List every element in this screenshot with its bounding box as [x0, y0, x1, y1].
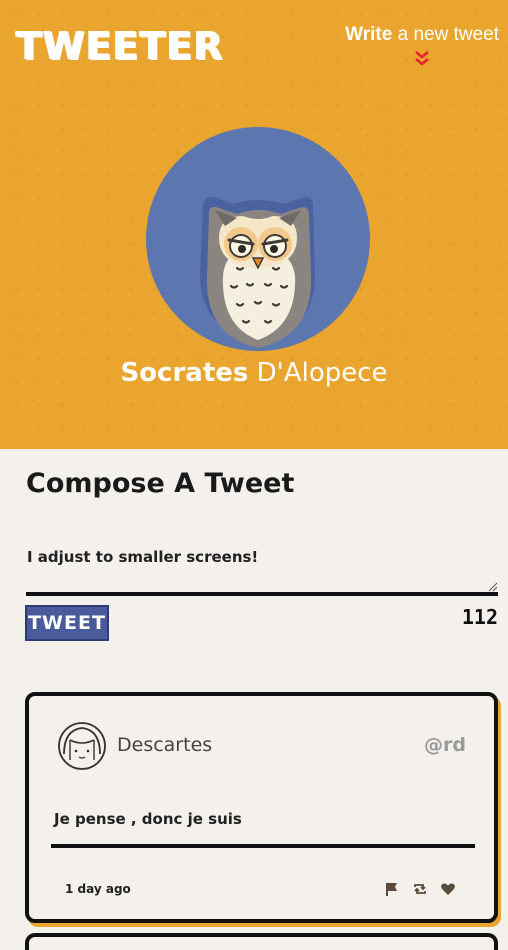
tweet-card [25, 933, 498, 950]
heart-icon[interactable] [440, 881, 456, 897]
user-avatar-icon [58, 722, 106, 770]
chevron-down-icon[interactable] [413, 50, 431, 68]
write-link-rest: a new tweet [392, 24, 499, 45]
tweet-divider [51, 844, 475, 848]
tweet-submit-button[interactable]: TWEET [25, 605, 109, 641]
tweet-card: Descartes @rd Je pense , donc je suis 1 … [25, 692, 498, 923]
write-new-tweet-link[interactable]: Write a new tweet [345, 24, 499, 46]
tweet-timestamp: 1 day ago [65, 882, 131, 896]
profile-header: TWEETER Write a new tweet Socrates D'Alo… [0, 0, 508, 449]
write-link-bold: Write [345, 24, 393, 45]
retweet-icon[interactable] [412, 881, 428, 897]
profile-last-name: D'Alopece [248, 358, 388, 388]
resize-handle-icon[interactable] [488, 582, 498, 592]
flag-icon[interactable] [384, 881, 400, 897]
owl-avatar-icon [146, 127, 370, 351]
profile-name: Socrates D'Alopece [0, 358, 508, 388]
tweet-actions [384, 881, 456, 897]
tweet-input[interactable] [26, 544, 498, 596]
profile-first-name: Socrates [120, 358, 249, 388]
character-counter: 112 [461, 605, 498, 629]
tweet-author-handle: @rd [424, 734, 466, 756]
tweet-content: Je pense , donc je suis [54, 810, 242, 828]
compose-title: Compose A Tweet [26, 468, 295, 499]
tweet-author-name: Descartes [117, 734, 213, 756]
app-logo[interactable]: TWEETER [16, 26, 224, 66]
